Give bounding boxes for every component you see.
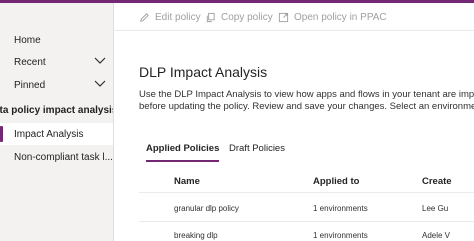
open-in-new-icon [278, 12, 289, 22]
tab-draft-policies[interactable]: Draft Policies [229, 143, 285, 154]
sidebar-item-recent[interactable]: Recent [0, 51, 113, 73]
main-content: DLP Impact Analysis Use the DLP Impact A… [114, 31, 474, 241]
sidebar-section-label: ata policy impact analysis [0, 104, 114, 116]
sidebar-item-non-compliant-task[interactable]: Non-compliant task l... [0, 146, 113, 168]
policy-tabs: Applied Policies Draft Policies [139, 143, 474, 165]
edit-policy-button[interactable]: Edit policy [139, 10, 201, 24]
column-header-applied-to[interactable]: Applied to [313, 176, 359, 187]
sidebar-item-home[interactable]: Home [0, 29, 113, 51]
cell-applied-to: 1 environments [313, 231, 368, 240]
copy-icon [206, 12, 215, 22]
table-header-row: Name Applied to Create [139, 171, 474, 193]
tab-applied-policies[interactable]: Applied Policies [146, 143, 220, 162]
sidebar-item-label: Home [14, 34, 41, 46]
chevron-down-icon[interactable] [94, 80, 106, 88]
sidebar-item-label: Recent [14, 56, 46, 68]
sidebar-item-impact-analysis[interactable]: Impact Analysis [0, 123, 113, 145]
sidebar-item-label: Pinned [14, 79, 46, 91]
sidebar-item-label: Non-compliant task l... [14, 151, 113, 163]
cell-policy-name[interactable]: breaking dlp [174, 231, 218, 240]
sidebar-item-pinned[interactable]: Pinned [0, 74, 113, 96]
cell-policy-name[interactable]: granular dlp policy [174, 204, 239, 213]
open-policy-in-ppac-button[interactable]: Open policy in PPAC [278, 10, 387, 24]
sidebar-section-header: ata policy impact analysis [0, 99, 114, 121]
cell-applied-to: 1 environments [313, 204, 368, 213]
copy-policy-label: Copy policy [221, 11, 273, 23]
table-row[interactable]: granular dlp policy 1 environments Lee G… [139, 195, 474, 222]
chevron-down-icon[interactable] [94, 57, 106, 65]
open-policy-label: Open policy in PPAC [294, 11, 387, 23]
page-title: DLP Impact Analysis [139, 64, 268, 80]
cell-created-by: Lee Gu [422, 204, 449, 213]
edit-policy-label: Edit policy [155, 11, 201, 23]
command-bar: Edit policy Copy policy Open policy in P… [114, 3, 474, 31]
table-row[interactable]: breaking dlp 1 environments Adele V [139, 222, 474, 241]
description-line-2: before updating the policy. Review and s… [139, 101, 474, 112]
column-header-created-by[interactable]: Create [422, 176, 452, 187]
sidebar-item-label: Impact Analysis [14, 128, 84, 140]
page-description: Use the DLP Impact Analysis to view how … [139, 89, 474, 113]
description-line-1: Use the DLP Impact Analysis to view how … [139, 89, 474, 100]
pencil-icon [140, 12, 149, 22]
copy-policy-button[interactable]: Copy policy [205, 10, 273, 24]
cell-created-by: Adele V [422, 231, 451, 240]
column-header-name[interactable]: Name [174, 176, 200, 187]
sidebar: Home Recent Pinned ata policy impact ana… [0, 3, 114, 241]
app-window: Home Recent Pinned ata policy impact ana… [0, 0, 474, 241]
